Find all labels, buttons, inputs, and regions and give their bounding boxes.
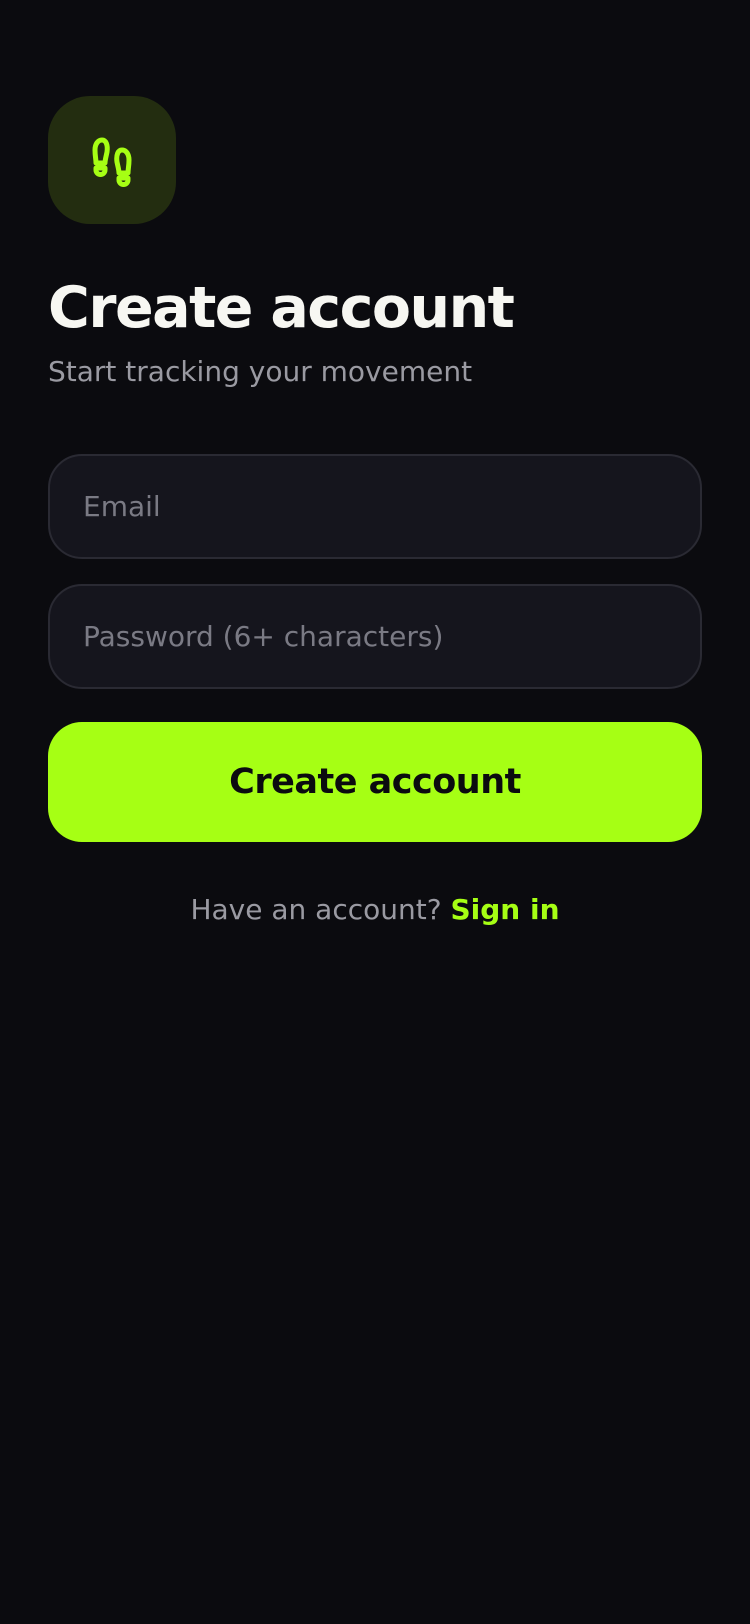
create-account-button[interactable]: Create account: [48, 722, 702, 842]
email-field[interactable]: [48, 454, 702, 559]
signin-prompt: Have an account? Sign in: [0, 888, 750, 932]
signup-screen: Create account Start tracking your movem…: [0, 0, 750, 1624]
page-subtitle: Start tracking your movement: [48, 355, 473, 388]
password-field[interactable]: [48, 584, 702, 689]
app-logo: [48, 96, 176, 224]
signin-prompt-text: Have an account?: [190, 893, 442, 926]
signin-link[interactable]: Sign in: [451, 893, 560, 926]
footprints-icon: [84, 132, 140, 188]
page-title: Create account: [48, 275, 515, 341]
